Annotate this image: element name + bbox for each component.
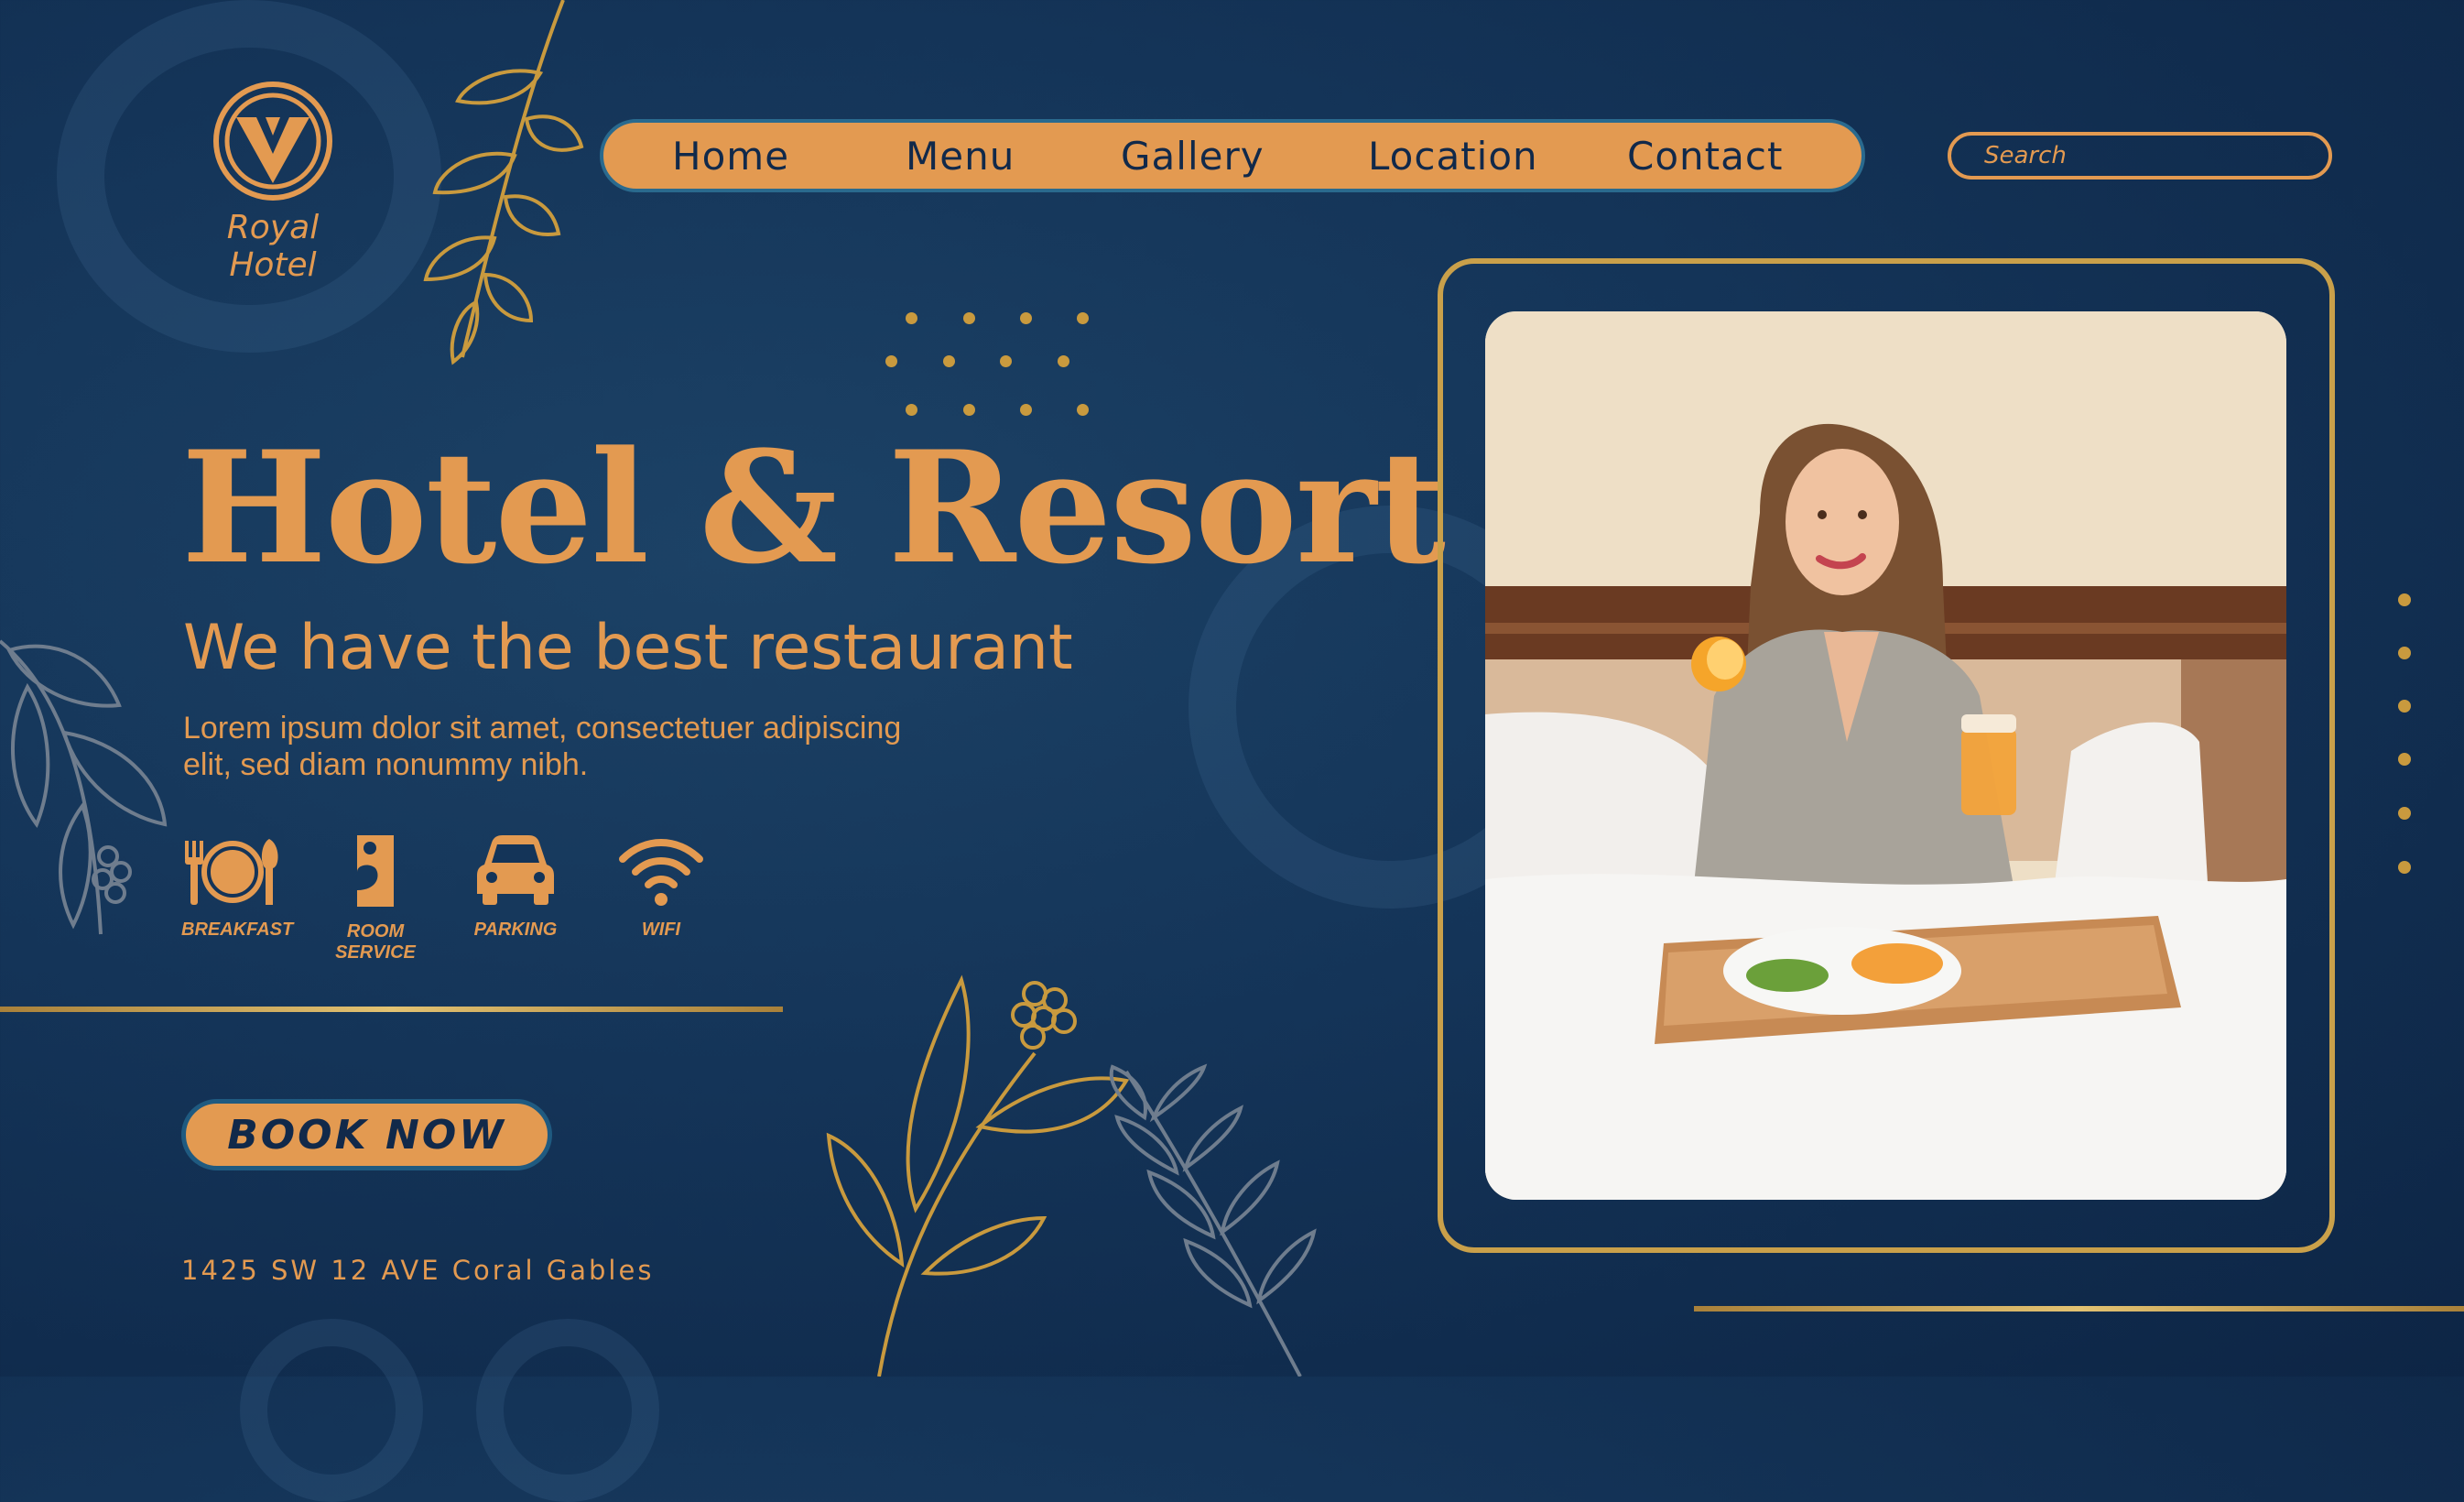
decor-ring-bottom-a (240, 1319, 423, 1502)
search-box (1948, 132, 2332, 180)
hotel-address: 1425 SW 12 AVE Coral Gables (181, 1255, 655, 1286)
amenity-parking: PARKING (465, 835, 566, 941)
hero-subtitle: We have the best restaurant (183, 612, 1073, 684)
hero-description: Lorem ipsum dolor sit amet, consectetuer… (183, 710, 989, 783)
decor-ring-bottom-b (476, 1319, 659, 1502)
nav-item-gallery[interactable]: Gallery (1121, 134, 1265, 179)
royal-v-logo-icon (213, 82, 332, 201)
leaf-branch-top-decoration (423, 0, 584, 365)
main-nav: Home Menu Gallery Location Contact (600, 119, 1865, 192)
nav-item-menu[interactable]: Menu (906, 134, 1015, 179)
brand-name: Royal Hotel (226, 209, 320, 284)
door-hanger-icon (357, 835, 394, 907)
woman-breakfast-in-bed-image (1485, 311, 2286, 1200)
divider-line-left (0, 1007, 783, 1012)
nav-item-location[interactable]: Location (1368, 134, 1538, 179)
hero-title: Hotel & Resort (181, 417, 1446, 598)
amenity-breakfast-label: BREAKFAST (181, 920, 294, 940)
wifi-icon (619, 839, 703, 906)
amenity-wifi: WIFI (613, 835, 709, 941)
book-now-label: BOOK NOW (227, 1111, 506, 1159)
hero-description-line-2: elit, sed diam nonummy nibh. (183, 747, 589, 782)
amenity-wifi-label: WIFI (641, 920, 681, 940)
search-input[interactable] (1951, 136, 2328, 176)
car-icon (477, 835, 554, 905)
leaf-branch-bottom-gold-decoration (826, 974, 1130, 1377)
amenity-parking-label: PARKING (473, 920, 558, 940)
leaf-branch-left-decoration (0, 639, 168, 935)
hero-photo (1485, 311, 2286, 1200)
brand-logo[interactable]: Royal Hotel (181, 81, 364, 284)
amenity-room-service-label-line-1: ROOM (346, 921, 405, 941)
amenity-room-service: ROOM SERVICE (330, 835, 421, 963)
amenity-room-service-label-line-2: SERVICE (335, 942, 416, 963)
amenity-room-service-label: ROOM SERVICE (330, 921, 421, 963)
book-now-button[interactable]: BOOK NOW (181, 1099, 552, 1170)
hero-description-line-1: Lorem ipsum dolor sit amet, consectetuer… (183, 711, 902, 746)
leaf-branch-bottom-grey-decoration (1109, 1063, 1317, 1377)
divider-line-bottom-right (1694, 1306, 2464, 1312)
nav-item-contact[interactable]: Contact (1627, 134, 1783, 179)
amenity-breakfast: BREAKFAST (181, 835, 294, 941)
plate-cutlery-icon (185, 839, 278, 905)
nav-item-home[interactable]: Home (672, 134, 789, 179)
